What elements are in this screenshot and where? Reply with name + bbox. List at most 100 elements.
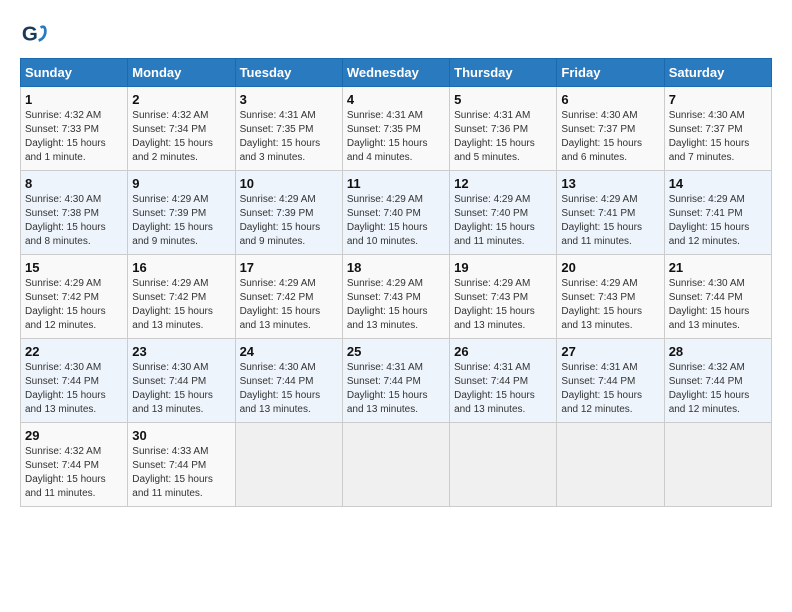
calendar-cell: 3 Sunrise: 4:31 AMSunset: 7:35 PMDaylight… xyxy=(235,87,342,171)
calendar-cell xyxy=(664,423,771,507)
calendar-cell: 7 Sunrise: 4:30 AMSunset: 7:37 PMDaylight… xyxy=(664,87,771,171)
day-number: 7 xyxy=(669,92,767,107)
day-info: Sunrise: 4:31 AMSunset: 7:44 PMDaylight:… xyxy=(454,361,552,417)
header-day-sunday: Sunday xyxy=(21,59,128,87)
header-day-thursday: Thursday xyxy=(450,59,557,87)
day-number: 5 xyxy=(454,92,552,107)
day-info: Sunrise: 4:29 AMSunset: 7:42 PMDaylight:… xyxy=(240,277,338,333)
calendar-cell: 6Sunrise: 4:30 AMSunset: 7:37 PMDaylight… xyxy=(557,87,664,171)
calendar-cell: 16 Sunrise: 4:29 AMSunset: 7:42 PMDayligh… xyxy=(128,255,235,339)
calendar-table: SundayMondayTuesdayWednesdayThursdayFrid… xyxy=(20,58,772,507)
calendar-cell xyxy=(342,423,449,507)
calendar-cell: 30 Sunrise: 4:33 AMSunset: 7:44 PMDayligh… xyxy=(128,423,235,507)
day-number: 30 xyxy=(132,428,230,443)
calendar-cell: 8 Sunrise: 4:30 AMSunset: 7:38 PMDaylight… xyxy=(21,171,128,255)
day-number: 8 xyxy=(25,176,123,191)
day-info: Sunrise: 4:29 AMSunset: 7:39 PMDaylight:… xyxy=(240,193,338,249)
svg-text:G: G xyxy=(22,23,38,46)
day-number: 25 xyxy=(347,344,445,359)
day-info: Sunrise: 4:30 AMSunset: 7:44 PMDaylight:… xyxy=(25,361,123,417)
day-info: Sunrise: 4:31 AMSunset: 7:44 PMDaylight:… xyxy=(561,361,659,417)
day-info: Sunrise: 4:29 AMSunset: 7:43 PMDaylight:… xyxy=(347,277,445,333)
day-info: Sunrise: 4:31 AMSunset: 7:35 PMDaylight:… xyxy=(240,109,338,165)
day-info: Sunrise: 4:29 AMSunset: 7:42 PMDaylight:… xyxy=(25,277,123,333)
day-number: 28 xyxy=(669,344,767,359)
week-row-4: 22 Sunrise: 4:30 AMSunset: 7:44 PMDayligh… xyxy=(21,339,772,423)
day-number: 9 xyxy=(132,176,230,191)
day-number: 24 xyxy=(240,344,338,359)
day-info: Sunrise: 4:30 AMSunset: 7:44 PMDaylight:… xyxy=(240,361,338,417)
calendar-cell: 1Sunrise: 4:32 AMSunset: 7:33 PMDaylight… xyxy=(21,87,128,171)
day-info: Sunrise: 4:33 AMSunset: 7:44 PMDaylight:… xyxy=(132,445,230,501)
week-row-5: 29 Sunrise: 4:32 AMSunset: 7:44 PMDayligh… xyxy=(21,423,772,507)
header-day-friday: Friday xyxy=(557,59,664,87)
calendar-cell: 12 Sunrise: 4:29 AMSunset: 7:40 PMDayligh… xyxy=(450,171,557,255)
week-row-1: 1Sunrise: 4:32 AMSunset: 7:33 PMDaylight… xyxy=(21,87,772,171)
day-number: 12 xyxy=(454,176,552,191)
day-number: 17 xyxy=(240,260,338,275)
day-info: Sunrise: 4:31 AMSunset: 7:36 PMDaylight:… xyxy=(454,109,552,165)
day-number: 20 xyxy=(561,260,659,275)
calendar-cell: 20Sunrise: 4:29 AMSunset: 7:43 PMDayligh… xyxy=(557,255,664,339)
day-number: 10 xyxy=(240,176,338,191)
day-number: 11 xyxy=(347,176,445,191)
day-info: Sunrise: 4:29 AMSunset: 7:41 PMDaylight:… xyxy=(561,193,659,249)
day-number: 13 xyxy=(561,176,659,191)
calendar-cell: 14 Sunrise: 4:29 AMSunset: 7:41 PMDayligh… xyxy=(664,171,771,255)
day-number: 21 xyxy=(669,260,767,275)
day-info: Sunrise: 4:30 AMSunset: 7:38 PMDaylight:… xyxy=(25,193,123,249)
day-number: 2 xyxy=(132,92,230,107)
header-row: SundayMondayTuesdayWednesdayThursdayFrid… xyxy=(21,59,772,87)
header-day-monday: Monday xyxy=(128,59,235,87)
day-info: Sunrise: 4:30 AMSunset: 7:37 PMDaylight:… xyxy=(669,109,767,165)
calendar-cell: 2 Sunrise: 4:32 AMSunset: 7:34 PMDaylight… xyxy=(128,87,235,171)
calendar-cell: 24 Sunrise: 4:30 AMSunset: 7:44 PMDayligh… xyxy=(235,339,342,423)
header-day-saturday: Saturday xyxy=(664,59,771,87)
day-number: 15 xyxy=(25,260,123,275)
day-number: 18 xyxy=(347,260,445,275)
day-info: Sunrise: 4:32 AMSunset: 7:44 PMDaylight:… xyxy=(25,445,123,501)
day-info: Sunrise: 4:30 AMSunset: 7:44 PMDaylight:… xyxy=(132,361,230,417)
calendar-cell: 27 Sunrise: 4:31 AMSunset: 7:44 PMDayligh… xyxy=(557,339,664,423)
day-number: 14 xyxy=(669,176,767,191)
calendar-cell: 11Sunrise: 4:29 AMSunset: 7:40 PMDayligh… xyxy=(342,171,449,255)
day-info: Sunrise: 4:29 AMSunset: 7:41 PMDaylight:… xyxy=(669,193,767,249)
week-row-2: 8 Sunrise: 4:30 AMSunset: 7:38 PMDaylight… xyxy=(21,171,772,255)
week-row-3: 15 Sunrise: 4:29 AMSunset: 7:42 PMDayligh… xyxy=(21,255,772,339)
calendar-cell: 22 Sunrise: 4:30 AMSunset: 7:44 PMDayligh… xyxy=(21,339,128,423)
day-info: Sunrise: 4:32 AMSunset: 7:33 PMDaylight:… xyxy=(25,109,123,165)
calendar-cell: 4 Sunrise: 4:31 AMSunset: 7:35 PMDaylight… xyxy=(342,87,449,171)
day-number: 26 xyxy=(454,344,552,359)
day-info: Sunrise: 4:29 AMSunset: 7:39 PMDaylight:… xyxy=(132,193,230,249)
day-number: 23 xyxy=(132,344,230,359)
day-info: Sunrise: 4:30 AMSunset: 7:44 PMDaylight:… xyxy=(669,277,767,333)
day-number: 4 xyxy=(347,92,445,107)
day-number: 22 xyxy=(25,344,123,359)
header: G xyxy=(20,20,772,48)
calendar-cell xyxy=(557,423,664,507)
calendar-cell: 15 Sunrise: 4:29 AMSunset: 7:42 PMDayligh… xyxy=(21,255,128,339)
day-number: 16 xyxy=(132,260,230,275)
day-number: 3 xyxy=(240,92,338,107)
calendar-cell: 23 Sunrise: 4:30 AMSunset: 7:44 PMDayligh… xyxy=(128,339,235,423)
calendar-cell: 19Sunrise: 4:29 AMSunset: 7:43 PMDayligh… xyxy=(450,255,557,339)
day-info: Sunrise: 4:29 AMSunset: 7:42 PMDaylight:… xyxy=(132,277,230,333)
calendar-cell: 28 Sunrise: 4:32 AMSunset: 7:44 PMDayligh… xyxy=(664,339,771,423)
day-info: Sunrise: 4:32 AMSunset: 7:34 PMDaylight:… xyxy=(132,109,230,165)
calendar-cell: 9 Sunrise: 4:29 AMSunset: 7:39 PMDaylight… xyxy=(128,171,235,255)
day-info: Sunrise: 4:31 AMSunset: 7:44 PMDaylight:… xyxy=(347,361,445,417)
day-info: Sunrise: 4:31 AMSunset: 7:35 PMDaylight:… xyxy=(347,109,445,165)
day-info: Sunrise: 4:32 AMSunset: 7:44 PMDaylight:… xyxy=(669,361,767,417)
calendar-cell: 10 Sunrise: 4:29 AMSunset: 7:39 PMDayligh… xyxy=(235,171,342,255)
calendar-cell xyxy=(235,423,342,507)
header-day-tuesday: Tuesday xyxy=(235,59,342,87)
day-info: Sunrise: 4:29 AMSunset: 7:40 PMDaylight:… xyxy=(454,193,552,249)
calendar-cell: 18 Sunrise: 4:29 AMSunset: 7:43 PMDayligh… xyxy=(342,255,449,339)
logo-icon: G xyxy=(20,20,48,48)
calendar-cell: 26 Sunrise: 4:31 AMSunset: 7:44 PMDayligh… xyxy=(450,339,557,423)
calendar-cell: 25 Sunrise: 4:31 AMSunset: 7:44 PMDayligh… xyxy=(342,339,449,423)
day-number: 29 xyxy=(25,428,123,443)
day-number: 6 xyxy=(561,92,659,107)
day-number: 27 xyxy=(561,344,659,359)
header-day-wednesday: Wednesday xyxy=(342,59,449,87)
